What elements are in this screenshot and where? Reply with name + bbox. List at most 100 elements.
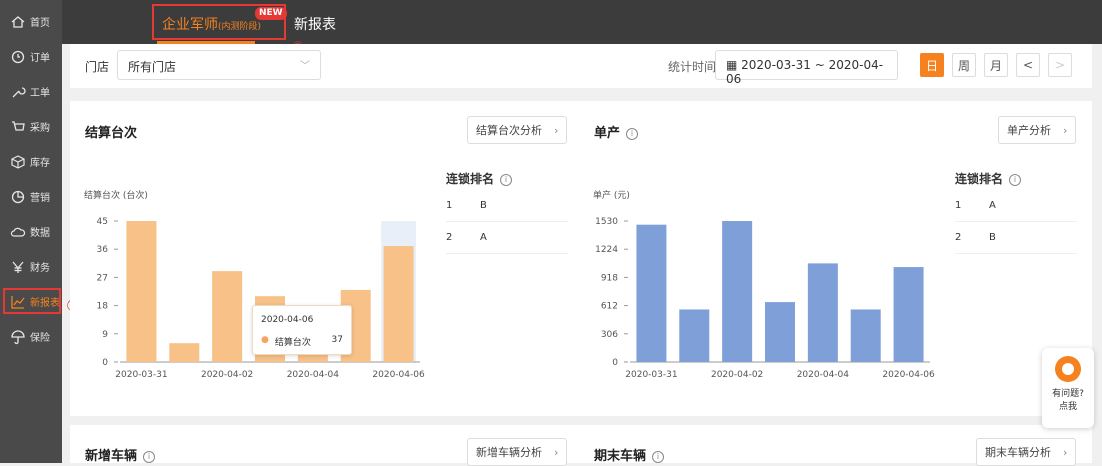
sidebar-item-5[interactable]: 营销	[0, 179, 62, 214]
filter-bar: 门店 所有门店 ﹀ 统计时间 ▦ 2020-03-31 ~ 2020-04-06 …	[70, 44, 1092, 88]
sidebar-item-label: 采购	[30, 123, 50, 134]
y-tick-label: 1530	[595, 217, 618, 227]
settle-analysis-button[interactable]: 结算台次分析 ›	[467, 116, 568, 144]
unit-rank-title-text: 连锁排名	[955, 172, 1004, 186]
headset-icon	[1055, 356, 1081, 382]
newcar-title-text: 新增车辆	[85, 449, 138, 464]
info-icon[interactable]: i	[500, 174, 513, 186]
home-icon	[11, 15, 25, 28]
rank-number: 1	[446, 200, 453, 211]
sidebar-item-0[interactable]: 首页	[0, 4, 62, 39]
top-tab-bar: 企业军师(内测阶段) NEW 新报表 ②	[62, 0, 1102, 55]
period-week-button[interactable]: 周	[952, 53, 976, 77]
prev-button[interactable]: <	[1016, 53, 1040, 77]
endcar-title-text: 期末车辆	[594, 449, 647, 464]
settle-bar-chart: 0 9 18 27 36 45 2020-03-31 2020-04-02 2020-04-04…	[97, 217, 425, 380]
sidebar-item-9[interactable]: 保险	[0, 319, 62, 354]
annotation-box-2	[152, 4, 286, 40]
settle-title: 结算台次	[85, 122, 137, 141]
info-icon[interactable]: i	[143, 451, 156, 463]
endcar-title: 期末车辆 i	[594, 445, 665, 464]
cart-icon	[12, 120, 25, 131]
unit-rank-row: 2B	[955, 222, 1077, 254]
umbrella-icon	[11, 329, 25, 344]
bar	[893, 267, 924, 362]
x-tick-label: 2020-04-06	[882, 370, 935, 380]
bar	[126, 221, 157, 362]
sidebar-item-3[interactable]: 采购	[0, 109, 62, 144]
date-range-picker[interactable]: ▦ 2020-03-31 ~ 2020-04-06	[715, 50, 898, 86]
rank-store: A	[989, 200, 996, 211]
period-day-button[interactable]: 日	[920, 53, 944, 77]
help-widget[interactable]: 有问题? 点我	[1042, 348, 1094, 428]
y-tick-label: 18	[97, 302, 109, 312]
tooltip-series: 结算台次	[274, 338, 311, 348]
store-select[interactable]: 所有门店 ﹀	[117, 50, 321, 80]
settle-analysis-label: 结算台次分析	[476, 124, 542, 137]
annotation-box-1	[3, 288, 61, 314]
tooltip-row: ● 结算台次 37	[261, 335, 343, 348]
store-label: 门店	[85, 60, 110, 74]
calendar-icon: ▦	[726, 58, 742, 72]
bar	[722, 221, 753, 362]
order-icon	[11, 50, 25, 63]
vehicles-panel: 新增车辆 i 新增车辆分析 › 期末车辆 i 期末车辆分析 ›	[70, 425, 1092, 466]
y-tick-label: 918	[601, 273, 618, 283]
unit-analysis-label: 单产分析	[1007, 124, 1051, 137]
wrench-icon	[12, 86, 26, 97]
unit-rank-row: 1A	[955, 190, 1077, 222]
sidebar-item-label: 订单	[30, 53, 50, 64]
settle-rank-row: 2A	[446, 222, 568, 254]
endcar-analysis-label: 期末车辆分析	[985, 446, 1051, 459]
sidebar: 首页 订单 工单 采购 库存 营销 数据 财务 新报表 保险	[0, 0, 62, 463]
stat-time-label: 统计时间	[668, 60, 717, 74]
store-select-value: 所有门店	[128, 60, 177, 74]
y-tick-label: 306	[601, 330, 618, 340]
settle-title-text: 结算台次	[85, 126, 138, 141]
y-tick-label: 45	[97, 217, 108, 227]
bar	[383, 246, 414, 362]
info-icon[interactable]: i	[1009, 174, 1022, 186]
info-icon[interactable]: i	[626, 128, 639, 140]
sidebar-item-label: 保险	[30, 333, 50, 344]
y-tick-label: 0	[102, 358, 108, 368]
sidebar-item-6[interactable]: 数据	[0, 214, 62, 249]
unit-analysis-button[interactable]: 单产分析 ›	[998, 116, 1077, 144]
unit-bar-chart: 0 306 612 918 1224 1530 2020-03-31 2020-04-02 20…	[595, 217, 935, 380]
y-tick-label: 1224	[595, 245, 618, 255]
chart-tooltip: 2020-04-06 ● 结算台次 37	[252, 305, 352, 355]
endcar-analysis-button[interactable]: 期末车辆分析 ›	[976, 438, 1077, 466]
y-tick-label: 9	[102, 330, 108, 340]
box-icon	[11, 154, 25, 169]
sidebar-item-label: 数据	[30, 228, 50, 239]
rank-number: 1	[955, 200, 962, 211]
rank-number: 2	[955, 232, 962, 243]
chevron-right-icon: ›	[554, 123, 559, 137]
bar	[169, 343, 200, 362]
unit-title-text: 单产	[594, 126, 621, 141]
sidebar-item-2[interactable]: 工单	[0, 74, 62, 109]
next-button[interactable]: >	[1048, 53, 1072, 77]
settle-rank-title: 连锁排名 i	[446, 170, 513, 187]
sidebar-item-4[interactable]: 库存	[0, 144, 62, 179]
info-icon[interactable]: i	[652, 451, 665, 463]
bar	[765, 302, 795, 362]
sidebar-item-label: 库存	[30, 158, 50, 169]
sidebar-item-7[interactable]: 财务	[0, 249, 62, 284]
yen-icon	[12, 261, 24, 273]
sidebar-item-label: 财务	[30, 263, 50, 274]
help-line-2: 点我	[1058, 402, 1077, 412]
date-range-value: 2020-03-31 ~ 2020-04-06	[726, 58, 884, 86]
bar	[850, 309, 881, 362]
sidebar-item-1[interactable]: 订单	[0, 39, 62, 74]
x-tick-label: 2020-03-31	[625, 370, 677, 380]
chevron-right-icon: ›	[554, 445, 559, 459]
bar	[212, 271, 243, 362]
tab-new-report[interactable]: 新报表	[294, 14, 336, 34]
y-tick-label: 36	[97, 245, 109, 255]
y-tick-label: 0	[612, 358, 618, 368]
period-month-button[interactable]: 月	[984, 53, 1008, 77]
x-tick-label: 2020-04-04	[287, 370, 340, 380]
newcar-analysis-button[interactable]: 新增车辆分析 ›	[467, 438, 568, 466]
rank-store: B	[989, 232, 996, 243]
